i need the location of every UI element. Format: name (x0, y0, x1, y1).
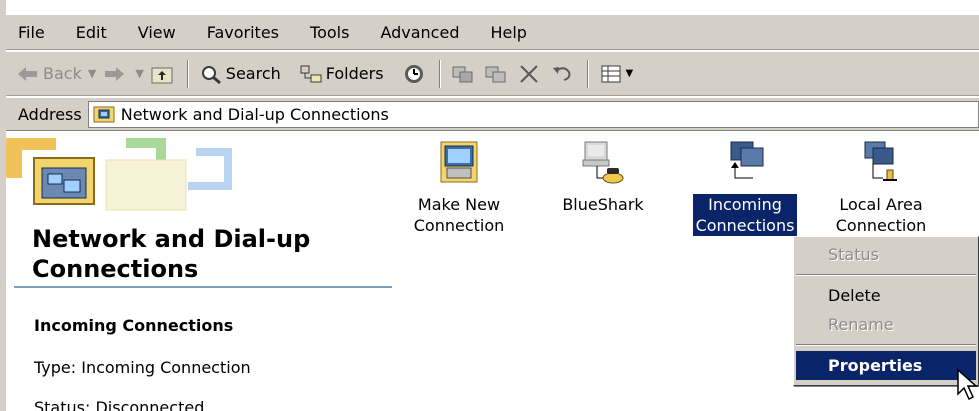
mouse-pointer-icon (957, 368, 978, 401)
folders-label: Folders (325, 64, 384, 83)
menu-view[interactable]: View (138, 23, 176, 42)
folders-icon (299, 63, 323, 85)
up-folder-icon (150, 63, 174, 85)
page-title-line1: Network and Dial-up (32, 225, 311, 253)
back-dropdown-icon[interactable]: ▼ (88, 67, 96, 80)
context-menu-properties[interactable]: Properties (796, 351, 976, 380)
blueshark-label: BlueShark (562, 195, 644, 214)
move-to-button[interactable] (451, 59, 478, 89)
forward-button[interactable] (102, 59, 129, 89)
delete-button[interactable] (517, 59, 544, 89)
undo-button[interactable] (550, 59, 577, 89)
local-area-connection-item[interactable]: Local Area Connection (816, 138, 946, 236)
folder-banner-graphic (6, 138, 266, 220)
context-menu-separator (796, 274, 976, 276)
context-menu-rename: Rename (828, 315, 894, 334)
menu-help[interactable]: Help (490, 23, 526, 42)
network-folder-icon (93, 106, 115, 123)
views-dropdown-icon: ▼ (625, 68, 634, 79)
incoming-connections-item[interactable]: Incoming Connections (680, 138, 810, 236)
address-bar: Address Network and Dial-up Connections (6, 97, 979, 131)
address-label: Address (18, 104, 82, 124)
search-button[interactable]: Search (199, 59, 281, 89)
toolbar-separator (586, 59, 589, 88)
copy-to-icon (484, 63, 508, 85)
context-menu: Status Delete Rename Properties (793, 236, 979, 386)
selected-item-type: Type: Incoming Connection (34, 358, 251, 377)
address-value: Network and Dial-up Connections (120, 104, 389, 124)
menu-file[interactable]: File (18, 23, 45, 42)
history-icon (402, 63, 426, 85)
make-new-connection-label: Make New Connection (413, 195, 505, 235)
forward-arrow-icon (102, 63, 126, 85)
search-label: Search (225, 64, 281, 83)
make-new-connection-item[interactable]: Make New Connection (394, 138, 524, 236)
dialup-phone-icon (579, 138, 627, 186)
incoming-connections-label: Incoming Connections (692, 194, 798, 236)
toolbar-separator (438, 59, 441, 88)
toolbar-separator (186, 59, 189, 88)
up-folder-button[interactable] (150, 59, 177, 89)
standard-toolbar: Back ▼ ▼ Search Folders ▼ (6, 51, 979, 96)
lan-connection-icon (857, 138, 905, 186)
blueshark-item[interactable]: BlueShark (538, 138, 668, 215)
delete-x-icon (517, 63, 541, 85)
context-menu-separator (796, 344, 976, 346)
back-arrow-icon (16, 63, 40, 85)
history-button[interactable] (402, 59, 429, 89)
menu-bar: File Edit View Favorites Tools Advanced … (6, 14, 979, 50)
views-grid-icon (599, 63, 623, 85)
address-field[interactable]: Network and Dial-up Connections (87, 100, 979, 128)
menu-edit[interactable]: Edit (76, 23, 107, 42)
undo-icon (550, 63, 574, 85)
menu-advanced[interactable]: Advanced (380, 23, 459, 42)
window-top-edge (0, 0, 979, 14)
back-label: Back (43, 64, 82, 83)
title-divider (14, 286, 392, 288)
search-icon (199, 63, 223, 85)
menu-favorites[interactable]: Favorites (207, 23, 279, 42)
page-title: Network and Dial-up Connections (32, 224, 310, 284)
context-menu-status: Status (828, 245, 879, 264)
incoming-connections-icon (721, 138, 769, 186)
make-new-connection-icon (435, 138, 483, 186)
context-menu-delete[interactable]: Delete (794, 281, 978, 310)
page-title-line2: Connections (32, 255, 199, 283)
local-area-connection-label: Local Area Connection (835, 195, 927, 235)
menu-tools[interactable]: Tools (310, 23, 349, 42)
copy-to-button[interactable] (484, 59, 511, 89)
views-button[interactable]: ▼ (599, 59, 634, 89)
selected-item-status: Status: Disconnected (34, 398, 205, 411)
forward-dropdown-icon[interactable]: ▼ (135, 67, 143, 80)
move-to-icon (451, 63, 475, 85)
back-button[interactable]: Back (16, 59, 82, 89)
selected-item-heading: Incoming Connections (34, 316, 234, 335)
folders-button[interactable]: Folders (299, 59, 384, 89)
